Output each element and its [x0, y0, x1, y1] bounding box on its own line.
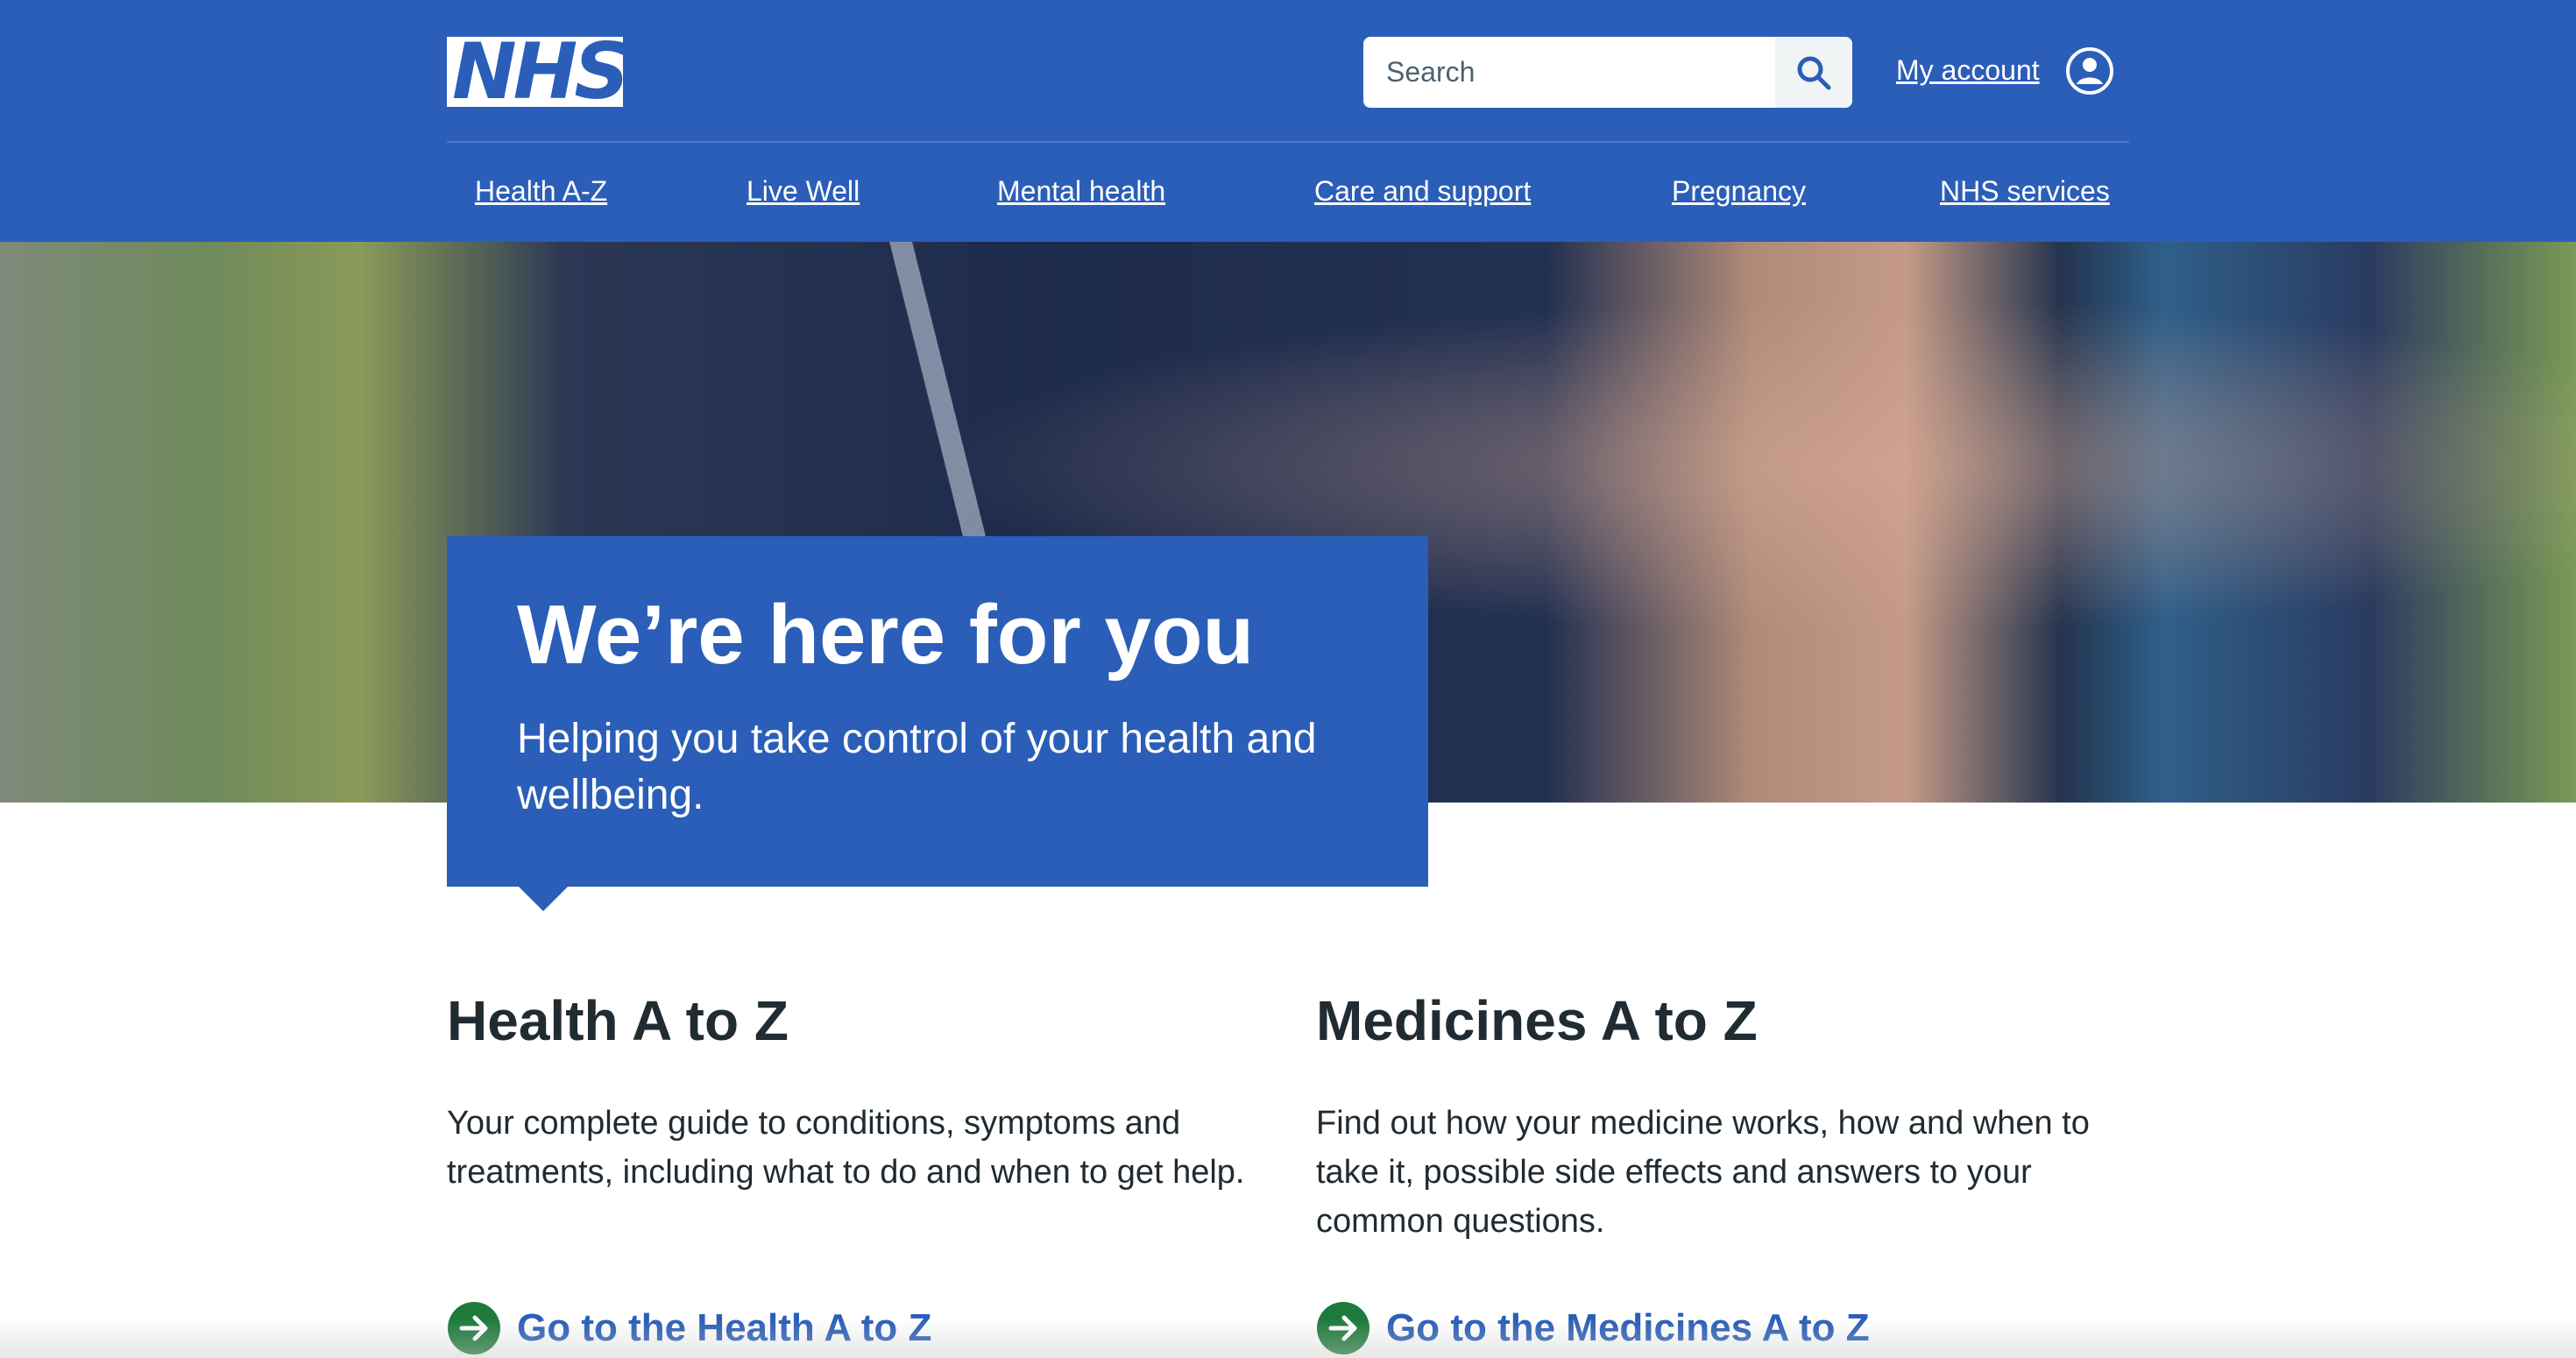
nhs-logo-text: NHS	[452, 26, 630, 117]
search-form	[1363, 37, 1852, 108]
nav-item-care-and-support[interactable]: Care and support	[1314, 175, 1531, 208]
callout-pointer	[517, 885, 570, 911]
nhs-logo[interactable]: NHS	[447, 32, 630, 112]
my-account-link[interactable]: My account	[1896, 44, 2113, 98]
section-title: Medicines A to Z	[1316, 989, 1758, 1052]
nav-item-nhs-services[interactable]: NHS services	[1940, 175, 2110, 208]
hero-subtitle: Helping you take control of your health …	[517, 716, 1317, 818]
section-description: Find out how your medicine works, how an…	[1316, 1105, 2090, 1240]
search-icon	[1797, 56, 1831, 89]
search-input[interactable]	[1363, 37, 1775, 108]
section-description: Your complete guide to conditions, sympt…	[447, 1105, 1245, 1191]
window-bottom-edge	[0, 1319, 2576, 1358]
nav-item-pregnancy[interactable]: Pregnancy	[1672, 175, 1806, 208]
site-header: NHS My account Health A-Z Live Well Ment…	[0, 0, 2576, 242]
user-circle-icon	[2066, 47, 2113, 95]
nav-item-mental-health[interactable]: Mental health	[997, 175, 1165, 208]
nav-item-live-well[interactable]: Live Well	[747, 175, 860, 208]
search-button[interactable]	[1775, 37, 1852, 108]
my-account-label: My account	[1896, 54, 2040, 86]
nav-item-health-a-z[interactable]: Health A-Z	[475, 175, 607, 208]
medicines-a-z-section: Medicines A to Z Find out how your medic…	[1316, 981, 2131, 1354]
health-a-z-section: Health A to Z Your complete guide to con…	[447, 981, 1262, 1354]
section-title: Health A to Z	[447, 989, 789, 1052]
hero-title: We’re here for you	[517, 588, 1255, 682]
hero-callout: We’re here for you Helping you take cont…	[447, 536, 1428, 887]
header-divider	[447, 141, 2129, 143]
